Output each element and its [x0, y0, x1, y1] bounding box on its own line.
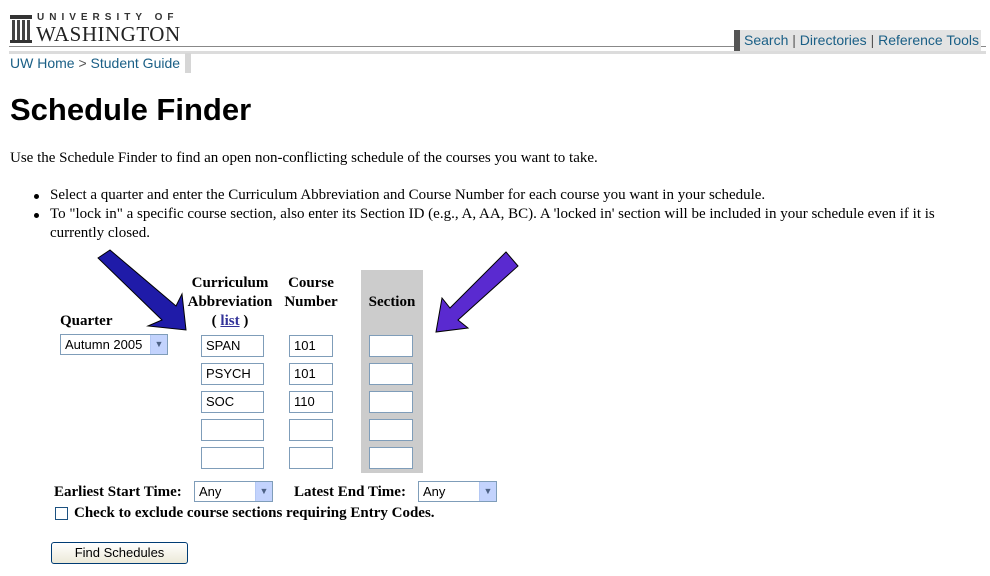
exclude-entry-codes-label: Check to exclude course sections requiri… — [74, 505, 435, 521]
instruction-list: Select a quarter and enter the Curriculu… — [24, 186, 964, 243]
toolbar-link-directories[interactable]: Directories — [800, 32, 867, 48]
section-input-2[interactable] — [369, 363, 413, 385]
curriculum-input-5[interactable] — [201, 447, 264, 469]
curriculum-list-wrapper: ( list ) — [184, 312, 276, 331]
curriculum-input-3[interactable]: SOC — [201, 391, 264, 413]
toolbar-link-reference-tools[interactable]: Reference Tools — [878, 32, 979, 48]
course-number-header-line1: Course — [288, 275, 334, 291]
course-number-input-1[interactable]: 101 — [289, 335, 333, 357]
section-input-5[interactable] — [369, 447, 413, 469]
instruction-item: To "lock in" a specific course section, … — [24, 205, 964, 243]
uw-logo[interactable]: UNIVERSITY OF WASHINGTON — [9, 12, 180, 46]
logo-text-washington: WASHINGTON — [36, 22, 181, 46]
course-number-input-3[interactable]: 110 — [289, 391, 333, 413]
chevron-down-icon[interactable]: ▼ — [479, 482, 496, 501]
exclude-entry-codes-checkbox[interactable] — [55, 507, 68, 520]
annotation-arrow-right — [435, 251, 519, 333]
course-number-header: Course Number — [282, 274, 340, 312]
latest-end-label: Latest End Time: — [294, 484, 406, 500]
curriculum-header: Curriculum Abbreviation ( list ) — [184, 274, 276, 331]
course-number-header-line2: Number — [284, 294, 338, 310]
toolbar-separator: | — [866, 32, 879, 48]
page-title: Schedule Finder — [10, 92, 252, 127]
university-seal-icon — [10, 15, 32, 43]
latest-end-value: Any — [423, 484, 446, 499]
section-header: Section — [368, 294, 416, 310]
toolbar-link-search[interactable]: Search — [744, 32, 788, 48]
intro-text: Use the Schedule Finder to find an open … — [10, 150, 598, 166]
curriculum-header-line2: Abbreviation — [187, 294, 273, 310]
curriculum-header-line1: Curriculum — [191, 275, 269, 291]
quarter-header: Quarter — [60, 313, 113, 329]
curriculum-input-1[interactable]: SPAN — [201, 335, 264, 357]
find-schedules-button[interactable]: Find Schedules — [51, 542, 188, 564]
earliest-start-value: Any — [199, 484, 222, 499]
breadcrumb-link-student-guide[interactable]: Student Guide — [91, 55, 181, 71]
toolbar-separator: | — [788, 32, 800, 48]
list-paren-close: ) — [239, 313, 249, 329]
instruction-item: Select a quarter and enter the Curriculu… — [24, 186, 964, 205]
course-number-input-4[interactable] — [289, 419, 333, 441]
curriculum-list-link[interactable]: list — [220, 313, 239, 329]
earliest-start-select[interactable]: Any ▼ — [194, 481, 273, 502]
curriculum-input-2[interactable]: PSYCH — [201, 363, 264, 385]
chevron-down-icon[interactable]: ▼ — [150, 335, 167, 354]
course-number-input-5[interactable] — [289, 447, 333, 469]
breadcrumb-separator: > — [74, 55, 91, 71]
course-number-input-2[interactable]: 101 — [289, 363, 333, 385]
section-input-4[interactable] — [369, 419, 413, 441]
breadcrumb: UW Home > Student Guide — [9, 53, 192, 73]
breadcrumb-link-uw-home[interactable]: UW Home — [10, 55, 75, 71]
section-input-1[interactable] — [369, 335, 413, 357]
latest-end-select[interactable]: Any ▼ — [418, 481, 497, 502]
quarter-select[interactable]: Autumn 2005 ▼ — [60, 334, 168, 355]
earliest-start-label: Earliest Start Time: — [54, 484, 182, 500]
section-input-3[interactable] — [369, 391, 413, 413]
curriculum-input-4[interactable] — [201, 419, 264, 441]
top-toolbar: Search | Directories | Reference Tools — [734, 30, 982, 51]
quarter-select-value: Autumn 2005 — [65, 337, 143, 352]
chevron-down-icon[interactable]: ▼ — [255, 482, 272, 501]
